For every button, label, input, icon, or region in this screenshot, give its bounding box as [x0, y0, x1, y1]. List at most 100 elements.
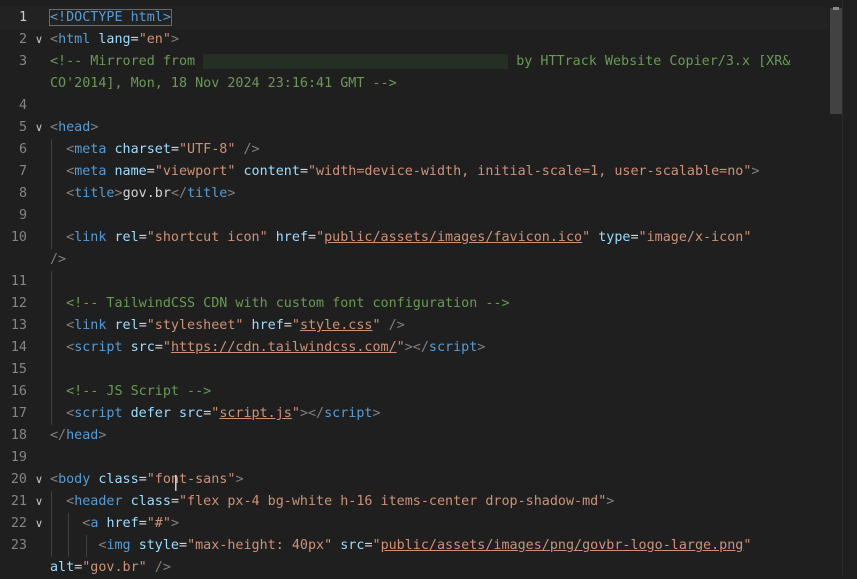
text-token: = — [170, 494, 179, 509]
code-line[interactable]: 13 <link rel="stylesheet" href="style.cs… — [0, 315, 828, 337]
str-token: " — [291, 318, 300, 333]
str-token: "font-sans" — [146, 472, 236, 487]
link-token[interactable]: script.js — [219, 406, 292, 421]
str-token: " — [396, 340, 405, 355]
code-line[interactable]: 12 <!-- TailwindCSS CDN with custom font… — [0, 293, 828, 315]
fold-chevron-icon[interactable]: ∨ — [32, 29, 46, 51]
str-token: "en" — [138, 32, 171, 47]
link-token[interactable]: public/assets/images/png/govbr-logo-larg… — [381, 538, 744, 553]
code-text: alt="gov.br" /> — [50, 557, 171, 579]
line-number: 1 — [18, 10, 27, 25]
attr-token: href — [106, 516, 139, 531]
code-line[interactable]: 18 </head> — [0, 425, 828, 447]
code-line[interactable]: 23 <img style="max-height: 40px" src="pu… — [0, 535, 828, 557]
line-number: 12 — [10, 296, 27, 311]
line-number: 17 — [10, 406, 27, 421]
fold-chevron-icon[interactable]: ∨ — [32, 491, 46, 513]
attr-token: defer — [130, 406, 179, 421]
code-text: CO'2014], Mon, 18 Nov 2024 23:16:41 GMT … — [50, 73, 397, 95]
str-token: "viewport" — [154, 164, 236, 179]
code-text: <!DOCTYPE html> — [49, 7, 172, 29]
code-line[interactable]: CO'2014], Mon, 18 Nov 2024 23:16:41 GMT … — [0, 73, 828, 95]
punct-token: < — [50, 516, 91, 531]
code-text: <!-- Mirrored from by HTTrack Website Co… — [50, 51, 790, 73]
code-text: <html lang="en"> — [50, 29, 179, 51]
punct-token: > — [170, 32, 179, 47]
attr-token: class — [130, 494, 171, 509]
code-line[interactable]: 3 <!-- Mirrored from by HTTrack Website C… — [0, 51, 828, 73]
code-line[interactable]: 9 — [0, 205, 828, 227]
code-line[interactable]: /> — [0, 249, 828, 271]
code-line[interactable]: 5 ∨ <head> — [0, 117, 828, 139]
text-token: = — [364, 538, 373, 553]
code-line[interactable]: 7 <meta name="viewport" content="width=d… — [0, 161, 828, 183]
link-token[interactable]: style.css — [300, 318, 373, 333]
link-token[interactable]: https://cdn.tailwindcss.com/ — [171, 340, 397, 355]
code-line[interactable]: 8 <title>gov.br</title> — [0, 183, 828, 205]
scrollbar-thumb[interactable] — [830, 8, 842, 114]
attr-token: alt — [50, 560, 75, 575]
text-token: = — [130, 32, 139, 47]
code-line[interactable]: 1 <!DOCTYPE html> — [0, 7, 828, 29]
code-text: <a href="#"> — [50, 513, 179, 535]
code-line[interactable]: 15 — [0, 359, 828, 381]
line-number: 20 — [10, 472, 27, 487]
code-line[interactable]: 19 — [0, 447, 828, 469]
fold-chevron-icon[interactable]: ∨ — [32, 469, 46, 491]
str-token: "width=device-width, initial-scale=1, us… — [308, 164, 752, 179]
link-token[interactable]: public/assets/images/favicon.ico — [324, 230, 582, 245]
tag-token: head — [58, 120, 91, 135]
str-token: " — [743, 538, 752, 553]
code-line[interactable]: 20 ∨ <body class="font-sans"> — [0, 469, 828, 491]
punct-token: /> — [50, 252, 67, 267]
tag-token: header — [74, 494, 131, 509]
code-text: <!-- JS Script --> — [50, 381, 211, 403]
text-token: = — [154, 340, 163, 355]
line-number: 16 — [10, 384, 27, 399]
code-line[interactable]: alt="gov.br" /> — [0, 557, 828, 579]
tag-token: script — [428, 340, 478, 355]
punct-token: < — [50, 186, 75, 201]
punct-token: > — [235, 472, 244, 487]
cmt-token: CO'2014], Mon, 18 Nov 2024 23:16:41 GMT … — [50, 76, 397, 91]
code-line[interactable]: 14 <script src="https://cdn.tailwindcss.… — [0, 337, 828, 359]
text-token: = — [630, 230, 639, 245]
code-line[interactable]: 2 ∨ <html lang="en"> — [0, 29, 828, 51]
code-text: </head> — [50, 425, 106, 447]
line-number: 8 — [18, 186, 27, 201]
attr-token: href — [243, 318, 284, 333]
code-text: <head> — [50, 117, 98, 139]
code-line[interactable]: 16 <!-- JS Script --> — [0, 381, 828, 403]
fold-chevron-icon[interactable]: ∨ — [32, 513, 46, 535]
str-token: "gov.br" — [82, 560, 147, 575]
line-number: 23 — [10, 538, 27, 553]
punct-token: /> — [146, 560, 171, 575]
punct-token: < — [50, 472, 59, 487]
code-line[interactable]: 21 ∨ <header class="flex px-4 bg-white h-… — [0, 491, 828, 513]
code-line[interactable]: 17 <script defer src="script.js"></scrip… — [0, 403, 828, 425]
line-number: 22 — [10, 516, 27, 531]
attr-token: charset — [114, 142, 171, 157]
punct-token: > — [90, 120, 99, 135]
code-line[interactable]: 22 ∨ <a href="#"> — [0, 513, 828, 535]
str-token: "shortcut icon" — [146, 230, 268, 245]
tag-token: script — [324, 406, 373, 421]
cmt-token: <!-- JS Script --> — [50, 384, 212, 399]
punct-token: > — [751, 164, 760, 179]
code-line[interactable]: 6 <meta charset="UTF-8" /> — [0, 139, 828, 161]
fold-chevron-icon[interactable]: ∨ — [32, 117, 46, 139]
code-text: <meta name="viewport" content="width=dev… — [50, 161, 759, 183]
indent-guide — [51, 271, 52, 293]
line-number: 18 — [10, 428, 27, 443]
code-line[interactable]: 4 — [0, 95, 828, 117]
code-editor[interactable]: 1 <!DOCTYPE html> 2 ∨ <html lang="en"> 3 <!-- … — [0, 0, 857, 575]
code-line[interactable]: 10 <link rel="shortcut icon" href="publi… — [0, 227, 828, 249]
code-line[interactable]: 11 — [0, 271, 828, 293]
line-number: 13 — [10, 318, 27, 333]
punct-token: < — [50, 494, 75, 509]
punct-token: > — [227, 186, 236, 201]
line-number: 6 — [18, 142, 27, 157]
attr-token: class — [98, 472, 139, 487]
line-number: 11 — [10, 274, 27, 289]
line-number: 19 — [10, 450, 27, 465]
